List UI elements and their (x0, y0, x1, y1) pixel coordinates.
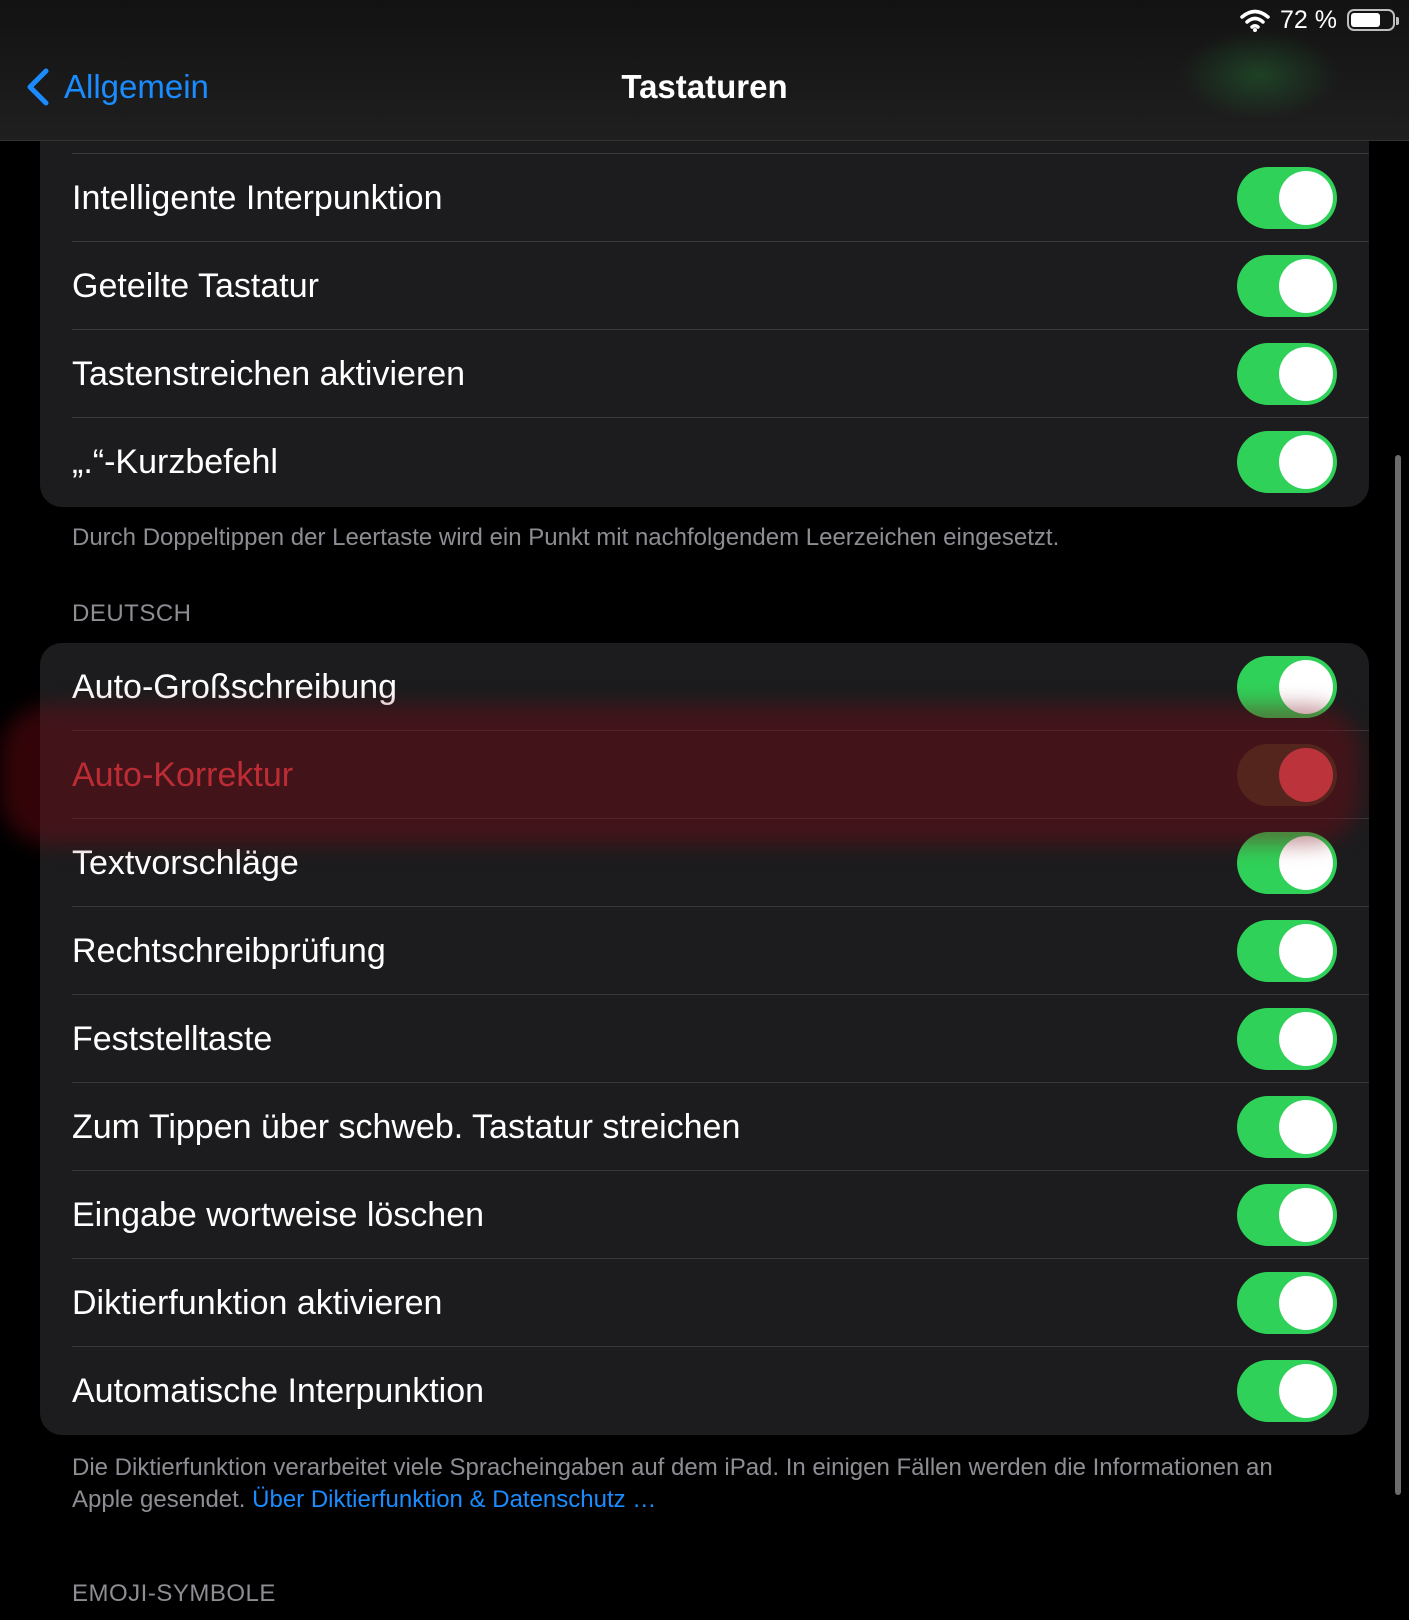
toggle-schweb-tastatur-streichen[interactable] (1237, 1096, 1337, 1158)
section-header-deutsch: DEUTSCH (72, 600, 192, 627)
toggle-diktierfunktion[interactable] (1237, 1272, 1337, 1334)
row-label: Eingabe wortweise löschen (72, 1196, 485, 1234)
settings-screen: Intelligente Interpunktion Geteilte Tast… (0, 0, 1409, 1620)
battery-nub (1396, 17, 1399, 25)
row-auto-grossschreibung: Auto-Großschreibung (40, 643, 1369, 731)
row-label: Automatische Interpunktion (72, 1372, 485, 1410)
section-header-emoji: EMOJI-SYMBOLE (72, 1580, 276, 1607)
row-label: Auto-Großschreibung (72, 668, 398, 706)
row-label: Textvorschläge (72, 844, 299, 882)
toggle-intelligente-interpunktion[interactable] (1237, 167, 1337, 229)
toggle-geteilte-tastatur[interactable] (1237, 255, 1337, 317)
toggle-auto-korrektur[interactable] (1237, 744, 1337, 806)
toggle-knob (1279, 435, 1333, 489)
chevron-left-icon (27, 68, 49, 106)
toggle-knob (1279, 660, 1333, 714)
row-label: Geteilte Tastatur (72, 267, 319, 305)
toggle-feststelltaste[interactable] (1237, 1008, 1337, 1070)
toggle-knob (1279, 1276, 1333, 1330)
row-geteilte-tastatur: Geteilte Tastatur (40, 242, 1369, 330)
toggle-wortweise-loeschen[interactable] (1237, 1184, 1337, 1246)
toggle-knob (1279, 924, 1333, 978)
row-label: Diktierfunktion aktivieren (72, 1284, 443, 1322)
toggle-knob (1279, 1100, 1333, 1154)
scrollbar[interactable] (1395, 455, 1401, 1495)
toggle-rechtschreibpruefung[interactable] (1237, 920, 1337, 982)
row-diktierfunktion: Diktierfunktion aktivieren (40, 1259, 1369, 1347)
toggle-knob (1279, 836, 1333, 890)
row-textvorschlaege: Textvorschläge (40, 819, 1369, 907)
row-automatische-interpunktion: Automatische Interpunktion (40, 1347, 1369, 1435)
deutsch-group: Auto-Großschreibung Auto-Korrektur Textv… (40, 643, 1369, 1435)
dictation-privacy-link[interactable]: Über Diktierfunktion & Datenschutz … (252, 1486, 656, 1513)
row-auto-korrektur: Auto-Korrektur (40, 731, 1369, 819)
toggle-knob (1279, 259, 1333, 313)
dictation-footer: Die Diktierfunktion verarbeitet viele Sp… (72, 1452, 1332, 1516)
back-label: Allgemein (64, 68, 209, 105)
row-label: Intelligente Interpunktion (72, 179, 443, 217)
toggle-auto-grossschreibung[interactable] (1237, 656, 1337, 718)
row-rechtschreibpruefung: Rechtschreibprüfung (40, 907, 1369, 995)
row-label: Zum Tippen über schweb. Tastatur streich… (72, 1108, 741, 1146)
toggle-textvorschlaege[interactable] (1237, 832, 1337, 894)
row-label: Auto-Korrektur (72, 756, 294, 794)
keyboard-options-group: Intelligente Interpunktion Geteilte Tast… (40, 80, 1369, 507)
status-bar: 72 % (0, 0, 1409, 42)
row-schweb-tastatur-streichen: Zum Tippen über schweb. Tastatur streich… (40, 1083, 1369, 1171)
toggle-punkt-kurzbefehl[interactable] (1237, 431, 1337, 493)
top-group-footer: Durch Doppeltippen der Leertaste wird ei… (72, 524, 1060, 551)
toggle-knob (1279, 748, 1333, 802)
row-wortweise-loeschen: Eingabe wortweise löschen (40, 1171, 1369, 1259)
row-label: Feststelltaste (72, 1020, 273, 1058)
battery-fill (1351, 13, 1380, 27)
row-tastenstreichen: Tastenstreichen aktivieren (40, 330, 1369, 418)
toggle-knob (1279, 1012, 1333, 1066)
row-feststelltaste: Feststelltaste (40, 995, 1369, 1083)
back-button[interactable]: Allgemein (26, 68, 209, 106)
toggle-automatische-interpunktion[interactable] (1237, 1360, 1337, 1422)
row-label: Rechtschreibprüfung (72, 932, 386, 970)
wifi-icon (1240, 9, 1270, 32)
row-intelligente-interpunktion: Intelligente Interpunktion (40, 154, 1369, 242)
row-punkt-kurzbefehl: „.“-Kurzbefehl (40, 418, 1369, 506)
toggle-knob (1279, 1188, 1333, 1242)
toggle-knob (1279, 347, 1333, 401)
toggle-knob (1279, 1364, 1333, 1418)
toggle-knob (1279, 171, 1333, 225)
row-label: „.“-Kurzbefehl (72, 443, 278, 481)
battery-icon (1347, 9, 1399, 31)
row-label: Tastenstreichen aktivieren (72, 355, 466, 393)
battery-percentage: 72 % (1280, 5, 1337, 34)
toggle-tastenstreichen[interactable] (1237, 343, 1337, 405)
status-right: 72 % (1240, 4, 1399, 36)
nav-glow (1179, 30, 1339, 120)
